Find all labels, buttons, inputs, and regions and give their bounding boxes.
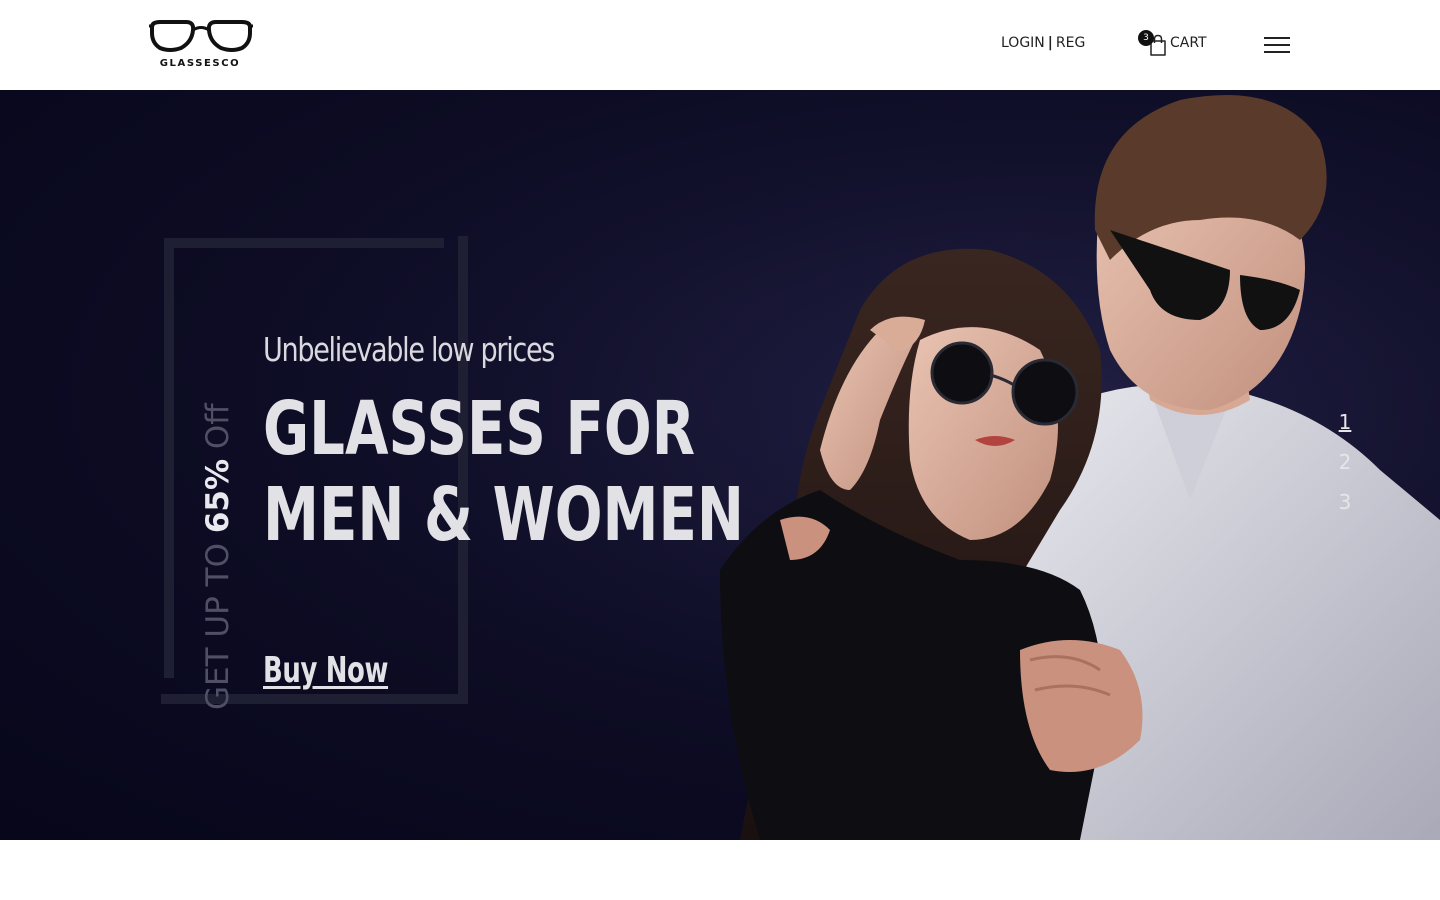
- hero-title: GLASSES FOR MEN & WOMEN: [263, 386, 744, 558]
- slide-dot-1[interactable]: 1: [1334, 410, 1356, 450]
- brand-name: GLASSESCO: [159, 58, 241, 69]
- hero-slider: GET UP TO 65% Off Unbelievable low price…: [0, 90, 1440, 840]
- hero-title-line-1: GLASSES FOR: [263, 386, 696, 472]
- content-area: [0, 840, 1440, 900]
- cart-button[interactable]: 3 CART: [1138, 30, 1228, 60]
- promo-highlight: 65%: [200, 458, 236, 534]
- buy-now-link[interactable]: Buy Now: [263, 650, 388, 691]
- slide-dot-3[interactable]: 3: [1334, 490, 1356, 530]
- slide-dot-2[interactable]: 2: [1334, 450, 1356, 490]
- auth-links: LOGIN | REG: [1001, 35, 1085, 51]
- cart-count-badge: 3: [1138, 30, 1154, 46]
- auth-separator: |: [1047, 35, 1053, 51]
- discount-promo: GET UP TO 65% Off: [200, 403, 236, 710]
- promo-prefix: GET UP TO: [200, 533, 236, 710]
- slide-pager: 1 2 3: [1334, 410, 1356, 530]
- hero-title-line-2: MEN & WOMEN: [263, 472, 744, 558]
- promo-suffix: Off: [200, 403, 236, 459]
- site-header: GLASSESCO LOGIN | REG 3 CART: [0, 0, 1440, 90]
- glasses-logo-icon: [149, 20, 253, 52]
- hero-subtitle: Unbelievable low prices: [263, 330, 555, 369]
- brand-logo[interactable]: GLASSESCO: [148, 18, 254, 74]
- cart-label: CART: [1170, 35, 1207, 51]
- hamburger-menu-icon[interactable]: [1264, 36, 1290, 54]
- register-link[interactable]: REG: [1056, 35, 1085, 51]
- login-link[interactable]: LOGIN: [1001, 35, 1045, 51]
